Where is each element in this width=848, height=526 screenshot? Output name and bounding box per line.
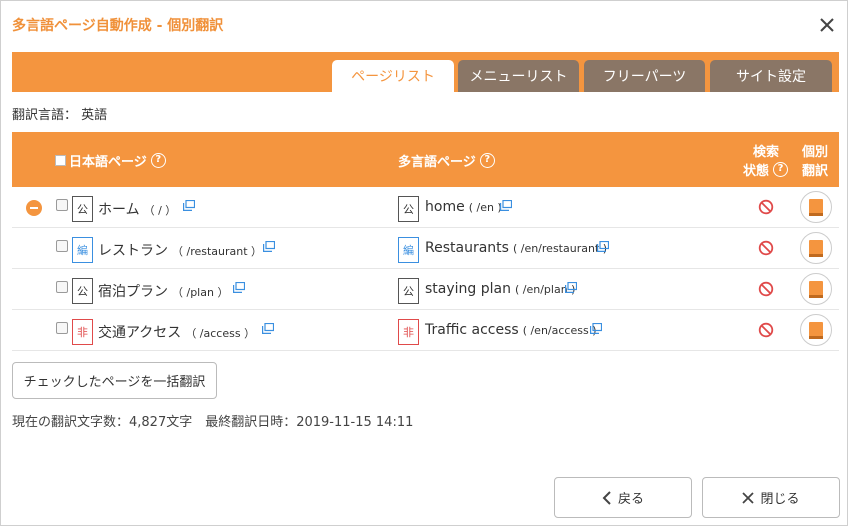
translation-language: 翻訳言語： 英語 <box>12 108 108 123</box>
external-link-icon[interactable] <box>263 241 275 252</box>
external-link-icon[interactable] <box>590 323 602 334</box>
table-row: 公 ホーム（ / ） 公 home( /en ) <box>12 187 839 228</box>
tab-bar: ページリスト メニューリスト フリーパーツ サイト設定 <box>12 52 839 92</box>
multilang-page-title: Restaurants( /en/restaurant ) <box>425 240 608 256</box>
external-link-icon[interactable] <box>262 323 274 334</box>
tab-menu-list[interactable]: メニューリスト <box>458 60 579 92</box>
header-individual-1: 個別 <box>802 145 829 160</box>
japanese-page-title: 宿泊プラン（ /plan ） <box>98 284 229 300</box>
back-button[interactable]: 戻る <box>554 477 692 518</box>
help-icon[interactable]: ? <box>479 153 495 168</box>
status-badge: 編 <box>72 237 93 263</box>
tab-page-list[interactable]: ページリスト <box>332 60 454 92</box>
status-badge: 公 <box>398 196 419 222</box>
book-icon <box>809 321 823 339</box>
tab-site-settings[interactable]: サイト設定 <box>710 60 832 92</box>
status-badge: 編 <box>398 237 419 263</box>
row-checkbox[interactable] <box>56 199 68 211</box>
no-index-icon <box>758 281 774 297</box>
no-index-icon <box>758 199 774 215</box>
japanese-page-title: レストラン（ /restaurant ） <box>98 243 263 259</box>
no-index-icon <box>758 322 774 338</box>
book-icon <box>809 239 823 257</box>
multilang-page-title: home( /en ) <box>425 199 502 215</box>
header-japanese-page: 日本語ページ ? <box>55 151 166 170</box>
translate-button[interactable] <box>800 273 832 305</box>
header-index-status-2: 状態 ? <box>743 160 789 179</box>
select-all-checkbox[interactable] <box>55 155 66 166</box>
header-multilang-page: 多言語ページ ? <box>398 151 495 170</box>
translation-stats: 現在の翻訳文字数：4,827文字 最終翻訳日時：2019-11-15 14:11 <box>12 415 414 430</box>
close-icon[interactable] <box>817 15 837 35</box>
close-icon <box>742 491 755 504</box>
external-link-icon[interactable] <box>565 282 577 293</box>
row-checkbox[interactable] <box>56 240 68 252</box>
status-badge: 公 <box>398 278 419 304</box>
close-button[interactable]: 閉じる <box>702 477 840 518</box>
dialog: 多言語ページ自動作成 - 個別翻訳 ページリスト メニューリスト フリーパーツ … <box>0 0 848 526</box>
header-index-status-1: 検索 <box>753 145 780 160</box>
book-icon <box>809 198 823 216</box>
header-individual-2: 翻訳 <box>802 164 829 179</box>
help-icon[interactable]: ? <box>773 162 789 177</box>
translate-button[interactable] <box>800 232 832 264</box>
chevron-left-icon <box>602 490 611 505</box>
table-row: 公 宿泊プラン（ /plan ） 公 staying plan( /en/pla… <box>12 269 839 310</box>
multilang-page-title: Traffic access( /en/access ) <box>425 322 597 338</box>
no-index-icon <box>758 240 774 256</box>
dialog-title: 多言語ページ自動作成 - 個別翻訳 <box>12 18 224 34</box>
multilang-page-title: staying plan( /en/plan ) <box>425 281 576 297</box>
status-badge: 公 <box>72 196 93 222</box>
external-link-icon[interactable] <box>500 200 512 211</box>
help-icon[interactable]: ? <box>150 153 166 168</box>
table-row: 編 レストラン（ /restaurant ） 編 Restaurants( /e… <box>12 228 839 269</box>
external-link-icon[interactable] <box>597 241 609 252</box>
status-badge: 非 <box>72 319 93 345</box>
external-link-icon[interactable] <box>233 282 245 293</box>
translate-button[interactable] <box>800 191 832 223</box>
external-link-icon[interactable] <box>183 200 195 211</box>
table-header: 日本語ページ ? 多言語ページ ? 検索 状態 ? 個別 翻訳 <box>12 132 839 187</box>
japanese-page-title: 交通アクセス（ /access ） <box>98 325 256 341</box>
minus-circle-icon[interactable] <box>26 200 42 216</box>
book-icon <box>809 280 823 298</box>
japanese-page-title: ホーム（ / ） <box>98 202 177 218</box>
table-row: 非 交通アクセス（ /access ） 非 Traffic access( /e… <box>12 310 839 351</box>
status-badge: 非 <box>398 319 419 345</box>
status-badge: 公 <box>72 278 93 304</box>
row-checkbox[interactable] <box>56 281 68 293</box>
row-checkbox[interactable] <box>56 322 68 334</box>
bulk-translate-button[interactable]: チェックしたページを一括翻訳 <box>12 362 217 399</box>
translate-button[interactable] <box>800 314 832 346</box>
tab-free-parts[interactable]: フリーパーツ <box>584 60 705 92</box>
